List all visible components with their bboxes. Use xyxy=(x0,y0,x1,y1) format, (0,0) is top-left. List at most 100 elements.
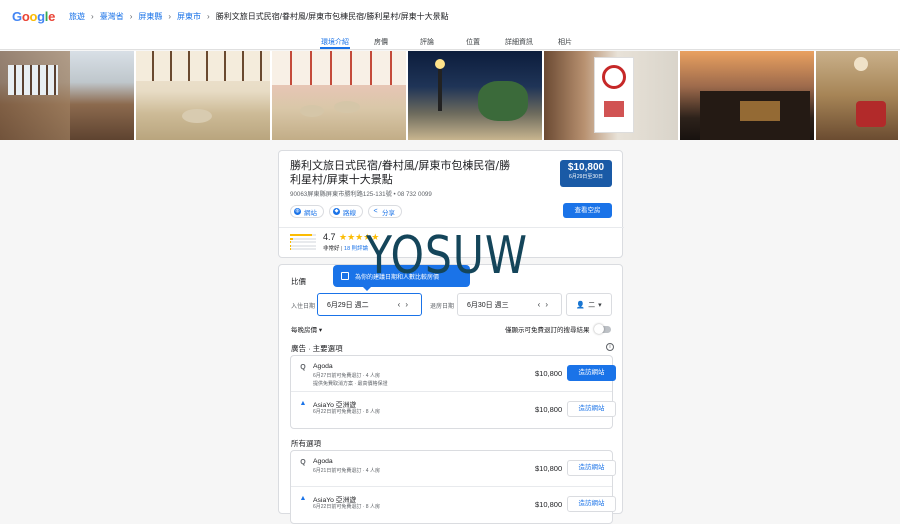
share-icon: < xyxy=(373,208,378,215)
logo-letter: o xyxy=(29,8,38,24)
checkout-date-arrows[interactable]: ‹› xyxy=(538,300,553,309)
offer-name: Agoda xyxy=(313,458,333,465)
breadcrumb-separator: › xyxy=(91,11,94,21)
agoda-logo-icon: Q xyxy=(300,459,306,466)
rating-label: 非常好 xyxy=(323,246,340,252)
offer-price: $10,800 xyxy=(535,369,563,378)
tab-prices[interactable]: 房價 xyxy=(358,32,404,49)
ad-section-title: 廣告 · 主要選項 xyxy=(291,344,343,353)
free-cancel-label: 僅顯示可免費退訂的搜尋結果 xyxy=(505,327,590,334)
offer-name: Agoda xyxy=(313,363,333,370)
logo-letter: G xyxy=(12,8,22,24)
tab-details[interactable]: 詳細資訊 xyxy=(496,32,542,49)
offer-name: AsiaYo 亞洲遊 xyxy=(313,402,357,409)
visit-site-button[interactable]: 造訪網站 xyxy=(567,460,616,476)
offer-detail-line: 6月22日前可免費退訂 · 8 人房 xyxy=(313,409,380,415)
price-value: $10,800 xyxy=(567,162,605,173)
photo-japanese-room[interactable] xyxy=(272,51,406,140)
checkin-date-field[interactable]: 6月29日 週二 ‹› xyxy=(317,293,422,316)
person-icon: 👤 xyxy=(576,301,586,309)
breadcrumb-travel[interactable]: 旅遊 xyxy=(69,11,85,22)
logo-letter: g xyxy=(37,8,45,24)
offer-details: 6月21日前可免費退訂 · 4 人房 xyxy=(313,468,380,476)
asiayo-logo-icon: ▲ xyxy=(299,495,307,502)
guest-selector[interactable]: 👤 二 ▾ xyxy=(566,293,612,316)
visit-site-button[interactable]: 造訪網站 xyxy=(567,496,616,512)
breadcrumb-pingtung-county[interactable]: 屏東縣 xyxy=(138,11,162,22)
tab-location[interactable]: 位置 xyxy=(450,32,496,49)
website-button[interactable]: ◍ 網站 xyxy=(290,205,324,218)
breadcrumb-separator: › xyxy=(207,11,210,21)
directions-button[interactable]: ◆ 路線 xyxy=(329,205,363,218)
compare-title: 比價 xyxy=(291,277,306,286)
review-count-link[interactable]: 18 則評論 xyxy=(344,246,368,252)
checkout-label: 退房日期 xyxy=(430,304,455,310)
photo-night-garden[interactable] xyxy=(408,51,542,140)
check-availability-button[interactable]: 查看空房 xyxy=(563,203,612,218)
logo-letter: e xyxy=(48,8,56,24)
rating-distribution xyxy=(290,234,316,252)
photo-veranda[interactable] xyxy=(0,51,134,140)
rating-bar xyxy=(290,244,316,247)
free-cancel-filter[interactable]: 僅顯示可免費退訂的搜尋結果 xyxy=(505,323,611,334)
photo-tatami-room[interactable] xyxy=(136,51,270,140)
tab-overview[interactable]: 環境介紹 xyxy=(312,32,358,49)
website-label: 網站 xyxy=(304,209,317,217)
hotel-name: 勝利文旅日式民宿/眷村風/屏東市包棟民宿/勝利星村/屏東十大景點 xyxy=(290,159,511,186)
directions-label: 路線 xyxy=(343,209,356,217)
breadcrumb-pingtung-city[interactable]: 屏東市 xyxy=(177,11,201,22)
hotel-address: 90063屏東縣屏東市勝利路125-131號 • 08 732 0099 xyxy=(290,191,432,198)
free-cancel-toggle[interactable] xyxy=(593,323,611,334)
price-badge: $10,800 6月29日至30日 xyxy=(560,160,612,187)
info-icon[interactable]: i xyxy=(606,343,614,351)
offer-row: Q Agoda 6月21日前可免費退訂 · 4 人房 $10,800 造訪網站 xyxy=(291,451,616,487)
globe-icon: ◍ xyxy=(294,208,301,215)
breadcrumb-separator: › xyxy=(168,11,172,21)
offer-detail-line: 6月27日前可免費退訂 · 4 人房 xyxy=(313,373,380,379)
price-dates: 6月29日至30日 xyxy=(569,174,603,180)
offer-details: 6月22日前可免費退訂 · 8 人房 xyxy=(313,504,380,512)
all-section-title: 所有選項 xyxy=(291,439,321,448)
asiayo-logo-icon: ▲ xyxy=(299,400,307,407)
nightly-price-dropdown[interactable]: 每晚房價 ▾ xyxy=(291,324,322,334)
price-compare-card: 比價 為你的建議日期和人數比較房價 入住日期 6月29日 週二 ‹› 退房日期 … xyxy=(278,264,623,524)
photo-lantern-sign[interactable] xyxy=(544,51,678,140)
watermark-text: YOSUW xyxy=(366,226,528,286)
offer-detail-line: 6月22日前可免費退訂 · 8 人房 xyxy=(313,504,380,510)
photo-strip xyxy=(0,51,900,140)
rating-bar xyxy=(290,248,316,250)
offer-price: $10,800 xyxy=(535,464,563,473)
checkin-date-arrows[interactable]: ‹› xyxy=(398,300,413,309)
rating-bar xyxy=(290,234,316,236)
offer-row: Q Agoda 6月27日前可免費退訂 · 4 人房 提供免費取消方案 · 最高… xyxy=(291,356,616,392)
calendar-icon xyxy=(341,272,349,280)
guest-count: 二 xyxy=(588,301,596,309)
checkin-date-value: 6月29日 週二 xyxy=(327,301,369,309)
tab-photos[interactable]: 相片 xyxy=(542,32,588,49)
google-logo[interactable]: Google xyxy=(12,9,55,24)
breadcrumb-taiwan[interactable]: 臺灣省 xyxy=(100,11,124,22)
rating-score: 4.7 xyxy=(323,232,336,242)
rating-summary: 非常好 | 18 則評論 xyxy=(323,246,369,252)
offer-price: $10,800 xyxy=(535,405,563,414)
offer-details: 6月27日前可免費退訂 · 4 人房 提供免費取消方案 · 最高價格保證 xyxy=(313,373,387,388)
agoda-logo-icon: Q xyxy=(300,364,306,371)
photo-sunset-house[interactable] xyxy=(680,51,814,140)
breadcrumb-separator: › xyxy=(129,11,133,21)
top-bar: Google 旅遊 › 臺灣省 › 屏東縣 › 屏東市 › 勝利文旅日式民宿/眷… xyxy=(0,0,900,32)
all-offers-list: Q Agoda 6月21日前可免費退訂 · 4 人房 $10,800 造訪網站 … xyxy=(290,450,616,524)
offer-name: AsiaYo 亞洲遊 xyxy=(313,497,357,504)
rating-bar xyxy=(290,241,316,243)
visit-site-button[interactable]: 造訪網站 xyxy=(567,401,616,417)
offer-detail-line: 6月21日前可免費退訂 · 4 人房 xyxy=(313,468,380,474)
share-button[interactable]: < 分享 xyxy=(368,205,402,218)
nightly-price-label: 每晚房價 xyxy=(291,327,317,334)
photo-interior[interactable] xyxy=(816,51,898,140)
visit-site-button[interactable]: 造訪網站 xyxy=(567,365,616,381)
ad-offers-list: Q Agoda 6月27日前可免費退訂 · 4 人房 提供免費取消方案 · 最高… xyxy=(290,355,616,429)
checkin-label: 入住日期 xyxy=(291,304,316,310)
checkout-date-field[interactable]: 6月30日 週三 ‹› xyxy=(457,293,562,316)
breadcrumb-current: 勝利文旅日式民宿/眷村風/屏東市包棟民宿/勝利星村/屏東十大景點 xyxy=(215,11,449,21)
offer-details: 6月22日前可免費退訂 · 8 人房 xyxy=(313,409,380,417)
tab-reviews[interactable]: 評論 xyxy=(404,32,450,49)
